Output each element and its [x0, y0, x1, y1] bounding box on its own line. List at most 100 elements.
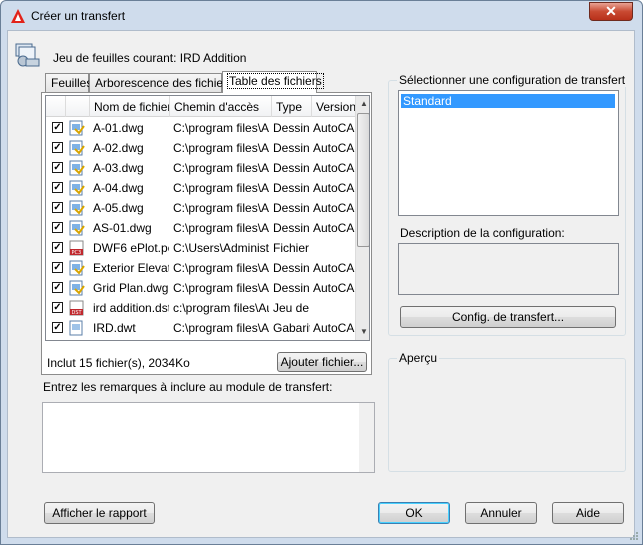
- vertical-scrollbar[interactable]: ▲ ▼: [355, 96, 369, 340]
- config-transfer-button[interactable]: Config. de transfert...: [400, 306, 616, 328]
- row-checkbox[interactable]: ✓: [52, 142, 63, 153]
- cell-type: Dessin: [273, 181, 310, 195]
- header-version[interactable]: Version: [312, 96, 356, 117]
- table-header: Nom de fichier Chemin d'accès Type Versi…: [46, 96, 356, 117]
- cell-filename: DWF6 ePlot.pc3: [93, 241, 169, 255]
- dwg-file-icon: [69, 180, 85, 196]
- cell-path: C:\program files\Aut: [173, 321, 269, 335]
- cell-filename: Exterior Elevatio: [93, 261, 169, 275]
- row-checkbox[interactable]: ✓: [52, 182, 63, 193]
- dwt-file-icon: [69, 320, 85, 336]
- config-item-standard[interactable]: Standard: [401, 94, 615, 108]
- header-check-col[interactable]: [46, 96, 66, 117]
- cell-version: AutoCAD: [313, 261, 355, 275]
- cell-type: Fichier c: [273, 241, 310, 255]
- remarks-textarea[interactable]: [42, 402, 375, 473]
- add-file-button-label: Ajouter fichier...: [280, 355, 364, 369]
- config-description-label: Description de la configuration:: [400, 226, 565, 240]
- cell-filename: AS-01.dwg: [93, 221, 152, 235]
- title-bar[interactable]: Créer un transfert ✕: [1, 1, 642, 31]
- row-checkbox[interactable]: ✓: [52, 202, 63, 213]
- row-checkbox[interactable]: ✓: [52, 122, 63, 133]
- table-row[interactable]: ✓ AS-01.dwg C:\program files\Aut Dessin Auto…: [46, 218, 356, 238]
- cell-path: C:\program files\Aut: [173, 121, 269, 135]
- table-row[interactable]: ✓ Grid Plan.dwg C:\program files\Aut Dessin…: [46, 278, 356, 298]
- cell-type: Dessin: [273, 261, 310, 275]
- add-file-button[interactable]: Ajouter fichier...: [277, 352, 367, 372]
- cell-type: Dessin: [273, 121, 310, 135]
- help-button[interactable]: Aide: [552, 502, 624, 524]
- cell-path: C:\program files\Aut: [173, 221, 269, 235]
- cell-filename: ird addition.dst: [93, 301, 169, 315]
- cell-type: Dessin: [273, 161, 310, 175]
- cell-filename: A-02.dwg: [93, 141, 144, 155]
- row-checkbox[interactable]: ✓: [52, 322, 63, 333]
- table-row[interactable]: ✓ Exterior Elevatio C:\program files\Aut De…: [46, 258, 356, 278]
- cancel-button[interactable]: Annuler: [465, 502, 537, 524]
- table-row[interactable]: ✓ A-03.dwg C:\program files\Aut Dessin AutoC…: [46, 158, 356, 178]
- cell-version: AutoCAD: [313, 321, 355, 335]
- cancel-button-label: Annuler: [480, 506, 522, 520]
- row-checkbox[interactable]: ✓: [52, 302, 63, 313]
- cell-type: Jeu de f: [273, 301, 310, 315]
- ok-button[interactable]: OK: [378, 502, 450, 524]
- cell-path: C:\program files\Aut: [173, 181, 269, 195]
- table-row[interactable]: ✓ A-05.dwg C:\program files\Aut Dessin AutoC…: [46, 198, 356, 218]
- cell-path: C:\program files\Aut: [173, 161, 269, 175]
- help-button-label: Aide: [575, 506, 601, 520]
- header-type[interactable]: Type: [272, 96, 312, 117]
- config-list[interactable]: Standard: [398, 90, 619, 216]
- tab-arborescence[interactable]: Arborescence des fichiers: [89, 73, 233, 92]
- table-row[interactable]: ✓ IRD.dwt C:\program files\Aut Gabarit AutoC…: [46, 318, 356, 338]
- cell-path: C:\program files\Aut: [173, 141, 269, 155]
- table-row[interactable]: ✓ A-01.dwg C:\program files\Aut Dessin AutoC…: [46, 118, 356, 138]
- dwg-file-icon: [69, 120, 85, 136]
- file-table[interactable]: Nom de fichier Chemin d'accès Type Versi…: [45, 95, 370, 341]
- row-checkbox[interactable]: ✓: [52, 282, 63, 293]
- cell-type: Dessin: [273, 201, 310, 215]
- cell-version: AutoCAD: [313, 121, 355, 135]
- remarks-scrollbar[interactable]: [359, 403, 374, 472]
- cell-version: AutoCAD: [313, 161, 355, 175]
- resize-grip-icon[interactable]: [627, 529, 639, 541]
- preview-label: Aperçu: [397, 351, 440, 365]
- header-path[interactable]: Chemin d'accès: [170, 96, 272, 117]
- ok-button-label: OK: [405, 506, 423, 520]
- cell-filename: A-01.dwg: [93, 121, 144, 135]
- dwg-file-icon: [69, 160, 85, 176]
- table-row[interactable]: ✓ A-02.dwg C:\program files\Aut Dessin AutoC…: [46, 138, 356, 158]
- dwg-file-icon: [69, 260, 85, 276]
- header-filename[interactable]: Nom de fichier: [90, 96, 170, 117]
- table-row[interactable]: ✓ A-04.dwg C:\program files\Aut Dessin AutoC…: [46, 178, 356, 198]
- dwg-file-icon: [69, 200, 85, 216]
- cell-filename: Grid Plan.dwg: [93, 281, 169, 295]
- close-button[interactable]: ✕: [589, 2, 633, 21]
- tab-table-fichiers[interactable]: Table des fichiers: [222, 71, 324, 93]
- cell-filename: A-05.dwg: [93, 201, 144, 215]
- scroll-up-arrow-icon[interactable]: ▲: [357, 96, 369, 112]
- cell-version: AutoCAD: [313, 221, 355, 235]
- cell-type: Dessin: [273, 281, 310, 295]
- table-row[interactable]: ✓ PC3 DWF6 ePlot.pc3 C:\Users\Administra Fic…: [46, 238, 356, 258]
- row-checkbox[interactable]: ✓: [52, 222, 63, 233]
- cell-version: AutoCAD: [313, 181, 355, 195]
- tab-feuilles-label: Feuilles: [51, 76, 93, 90]
- table-row[interactable]: ✓ DST ird addition.dst c:\program files\Aut…: [46, 298, 356, 318]
- scroll-thumb[interactable]: [357, 113, 369, 247]
- dst-file-icon: DST: [69, 300, 85, 316]
- header-icon-col[interactable]: [66, 96, 90, 117]
- scroll-down-arrow-icon[interactable]: ▼: [357, 324, 369, 340]
- cell-path: C:\Users\Administra: [173, 241, 269, 255]
- row-checkbox[interactable]: ✓: [52, 162, 63, 173]
- sheet-set-icon: [15, 43, 40, 67]
- config-select-label: Sélectionner une configuration de transf…: [397, 73, 628, 87]
- cell-type: Dessin: [273, 221, 310, 235]
- cell-type: Gabarit: [273, 321, 310, 335]
- tab-arborescence-label: Arborescence des fichiers: [95, 76, 234, 90]
- cell-path: C:\program files\Aut: [173, 261, 269, 275]
- dwg-file-icon: [69, 280, 85, 296]
- show-report-button[interactable]: Afficher le rapport: [44, 502, 155, 524]
- tab-feuilles[interactable]: Feuilles: [45, 73, 93, 92]
- row-checkbox[interactable]: ✓: [52, 262, 63, 273]
- row-checkbox[interactable]: ✓: [52, 242, 63, 253]
